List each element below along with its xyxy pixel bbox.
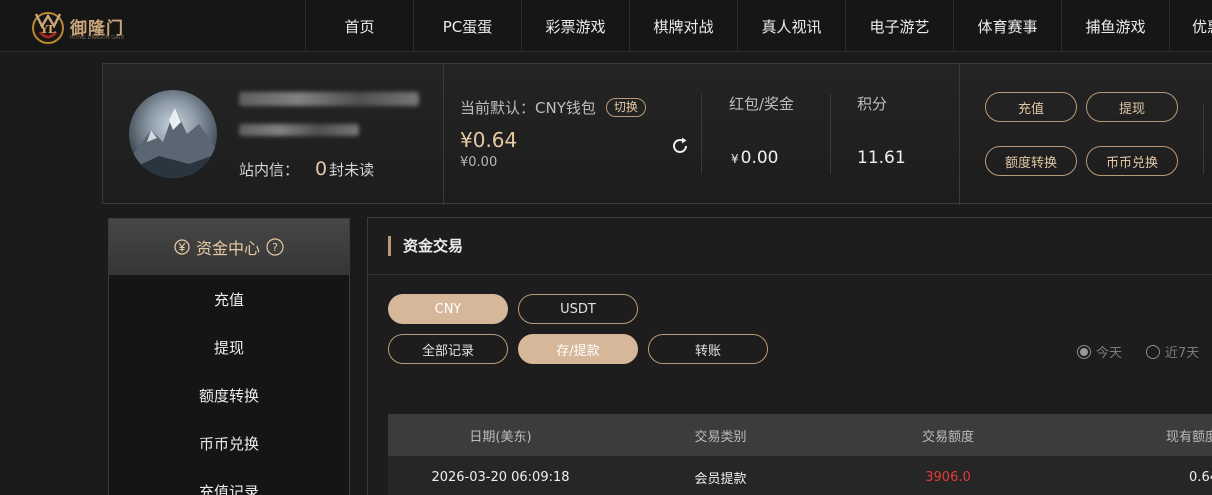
yen-coin-icon [174,239,190,255]
cell-type: 会员提款 [694,471,747,487]
divider [959,64,960,205]
divider [443,64,444,205]
account-summary-panel: 站内信： 0 封未读 当前默认：CNY钱包 切换 ¥0.64 ¥0.00 红包/… [102,63,1212,205]
tab-all-records[interactable]: 全部记录 [388,334,508,364]
radio-unselected-icon [1146,344,1160,359]
divider [368,274,1212,275]
cell-date: 2026-03-20 06:09:18 [431,469,570,485]
filter-today[interactable]: 今天 [1077,342,1122,361]
switch-wallet-button[interactable]: 切换 [605,98,646,117]
table-row[interactable]: 2026-03-20 06:09:18 会员提款 3906.0 0.64 [388,456,1212,495]
wallet-balance-sub: ¥0.00 [460,155,498,170]
site-logo[interactable]: YL 御隆门 ROYAL DRAGON GATE [28,4,124,48]
column-balance: 现有额度 [1165,429,1212,445]
bonus-label: 红包/奖金 [729,95,795,113]
dragon-emblem-icon: YL [32,12,64,44]
filter-last-7-days-label: 近7天 [1165,346,1200,361]
nav-pc-dandan[interactable]: PC蛋蛋 [413,0,521,52]
deposit-button[interactable]: 充值 [985,92,1077,122]
tab-transfer[interactable]: 转账 [648,334,768,364]
top-navigation-bar: YL 御隆门 ROYAL DRAGON GATE 首页 PC蛋蛋 彩票游戏 棋牌… [0,0,1212,52]
transfer-button[interactable]: 额度转换 [985,146,1077,176]
nav-promotions[interactable]: 优惠 [1169,0,1212,52]
column-amount: 交易额度 [921,429,974,445]
tab-usdt[interactable]: USDT [518,294,638,324]
filter-last-7-days[interactable]: 近7天 [1146,342,1199,361]
radio-selected-icon [1077,344,1091,359]
sidebar-header: 资金中心 ? [109,219,349,275]
logo-tagline: ROYAL DRAGON GATE [70,35,125,41]
blurred-username [239,92,419,106]
sidebar-item-transfer[interactable]: 额度转换 [109,371,349,419]
svg-text:?: ? [272,241,278,254]
nav-sports[interactable]: 体育赛事 [953,0,1061,52]
tab-cny[interactable]: CNY [388,294,508,324]
sidebar-item-exchange[interactable]: 币币兑换 [109,419,349,467]
exchange-button[interactable]: 币币兑换 [1086,146,1178,176]
main-nav: 首页 PC蛋蛋 彩票游戏 棋牌对战 真人视讯 电子游艺 体育赛事 捕鱼游戏 优惠 [305,0,1212,52]
page-title: 资金交易 [388,236,463,256]
inbox-suffix: 封未读 [329,161,375,179]
divider [1203,104,1204,174]
bonus-currency: ¥ [731,152,739,166]
unread-count: 0 [315,158,328,180]
transactions-table: 日期(美东) 交易类别 交易额度 现有额度 2026-03-20 06:09:1… [388,414,1212,495]
mountain-avatar-image [129,108,217,178]
withdraw-button[interactable]: 提现 [1086,92,1178,122]
column-date: 日期(美东) [469,429,532,445]
nav-home[interactable]: 首页 [305,0,413,52]
sidebar-item-withdraw[interactable]: 提现 [109,323,349,371]
default-wallet-label: 当前默认：CNY钱包 [460,99,596,117]
help-icon[interactable]: ? [266,238,284,256]
cell-balance: 0.64 [1189,469,1212,485]
transactions-panel: 资金交易 CNY USDT 全部记录 存/提款 转账 今天 近7天 日期(美东)… [367,217,1212,495]
sidebar-title: 资金中心 [195,239,260,258]
site-messages[interactable]: 站内信： 0 封未读 [239,158,374,180]
wallet-balance: ¥0.64 [460,128,518,152]
points-label: 积分 [857,95,888,113]
refresh-icon[interactable] [670,136,690,156]
svg-text:YL: YL [39,23,56,36]
column-type: 交易类别 [694,429,747,445]
cell-amount: 3906.0 [925,469,971,485]
nav-fishing[interactable]: 捕鱼游戏 [1061,0,1169,52]
table-header: 日期(美东) 交易类别 交易额度 现有额度 [388,414,1212,456]
bonus-value: ¥0.00 [731,148,779,168]
nav-chess-cards[interactable]: 棋牌对战 [629,0,737,52]
inbox-label: 站内信： [239,161,300,179]
nav-slots[interactable]: 电子游艺 [845,0,953,52]
default-wallet: 当前默认：CNY钱包 切换 [460,97,646,118]
sidebar: 资金中心 ? 充值 提现 额度转换 币币兑换 充值记录 [108,218,350,495]
points-value: 11.61 [857,148,906,168]
nav-lottery[interactable]: 彩票游戏 [521,0,629,52]
sidebar-item-deposit[interactable]: 充值 [109,275,349,323]
avatar[interactable] [129,90,217,178]
nav-live-casino[interactable]: 真人视讯 [737,0,845,52]
bonus-amount: 0.00 [740,148,779,168]
sidebar-item-deposit-records[interactable]: 充值记录 [109,467,349,495]
divider [701,94,702,174]
tab-deposit-withdraw[interactable]: 存/提款 [518,334,638,364]
filter-today-label: 今天 [1096,346,1123,361]
blurred-member-level [239,124,359,136]
divider [830,94,831,174]
